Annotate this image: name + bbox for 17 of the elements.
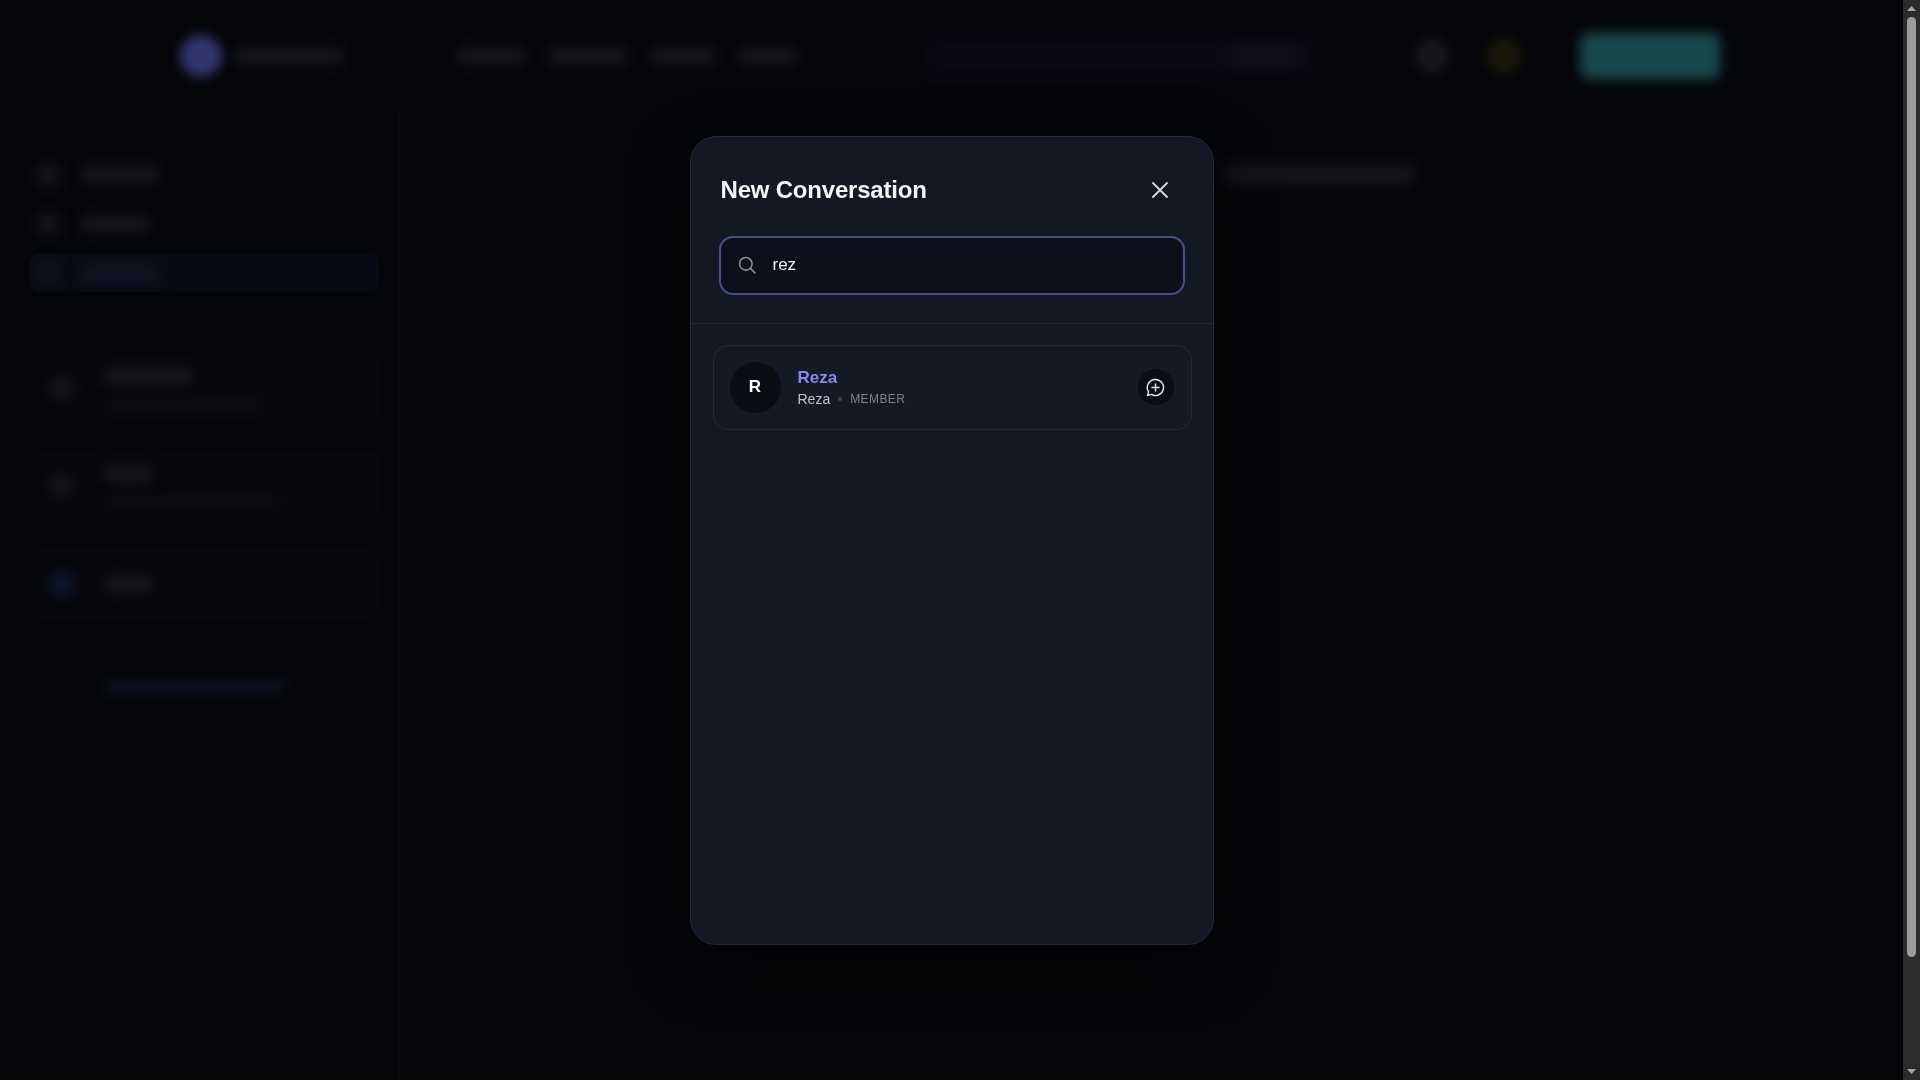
- close-button[interactable]: [1151, 181, 1168, 198]
- start-chat-button[interactable]: [1137, 369, 1174, 405]
- user-role: MEMBER: [850, 390, 906, 408]
- separator-dot-icon: [838, 396, 843, 401]
- chat-plus-icon: [1146, 377, 1165, 397]
- user-result-row[interactable]: R Reza Reza MEMBER: [712, 344, 1192, 430]
- search-field[interactable]: rez: [718, 235, 1185, 295]
- scrollbar-thumb[interactable]: [1907, 17, 1916, 957]
- close-icon: [1151, 181, 1168, 198]
- scroll-up-arrow-icon[interactable]: [1907, 6, 1916, 11]
- user-handle: Reza: [797, 389, 831, 408]
- user-avatar: R: [729, 361, 781, 413]
- dialog-title: New Conversation: [720, 174, 927, 205]
- search-icon: [737, 255, 756, 274]
- user-name: Reza: [797, 366, 838, 388]
- scrollbar[interactable]: [1903, 0, 1920, 1080]
- scroll-down-arrow-icon[interactable]: [1907, 1069, 1916, 1074]
